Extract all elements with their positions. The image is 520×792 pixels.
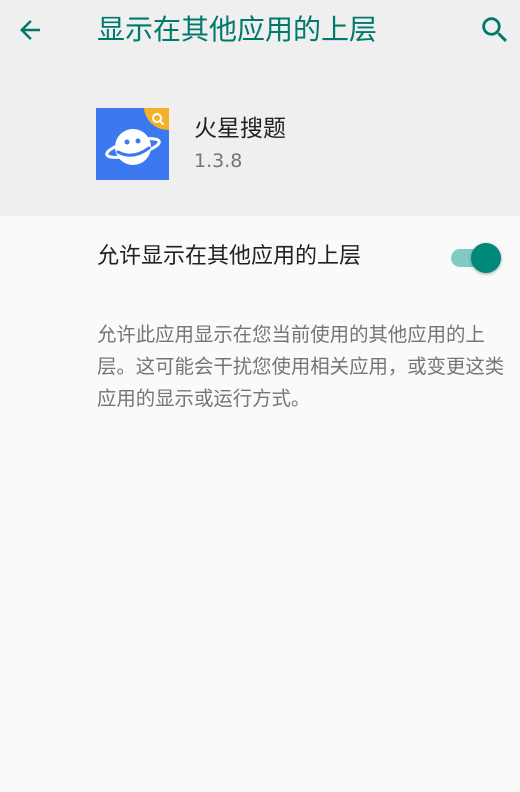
- setting-summary: 允许此应用显示在您当前使用的其他应用的上层。这可能会干扰您使用相关应用，或变更这…: [97, 323, 505, 410]
- overlay-toggle-switch[interactable]: [448, 241, 504, 275]
- allow-overlay-setting[interactable]: 允许显示在其他应用的上层: [0, 216, 520, 300]
- arrow-back-icon: [20, 20, 40, 40]
- back-button[interactable]: [10, 10, 50, 50]
- app-header: 显示在其他应用的上层 火星搜题 1.3.8: [0, 0, 520, 216]
- app-name: 火星搜题: [194, 116, 286, 142]
- planet-app-icon: [96, 108, 169, 180]
- app-version: 1.3.8: [194, 150, 243, 172]
- page-title: 显示在其他应用的上层: [97, 13, 378, 46]
- search-icon: [482, 17, 508, 43]
- setting-label: 允许显示在其他应用的上层: [97, 244, 362, 269]
- switch-thumb: [471, 243, 501, 273]
- search-button[interactable]: [474, 9, 516, 51]
